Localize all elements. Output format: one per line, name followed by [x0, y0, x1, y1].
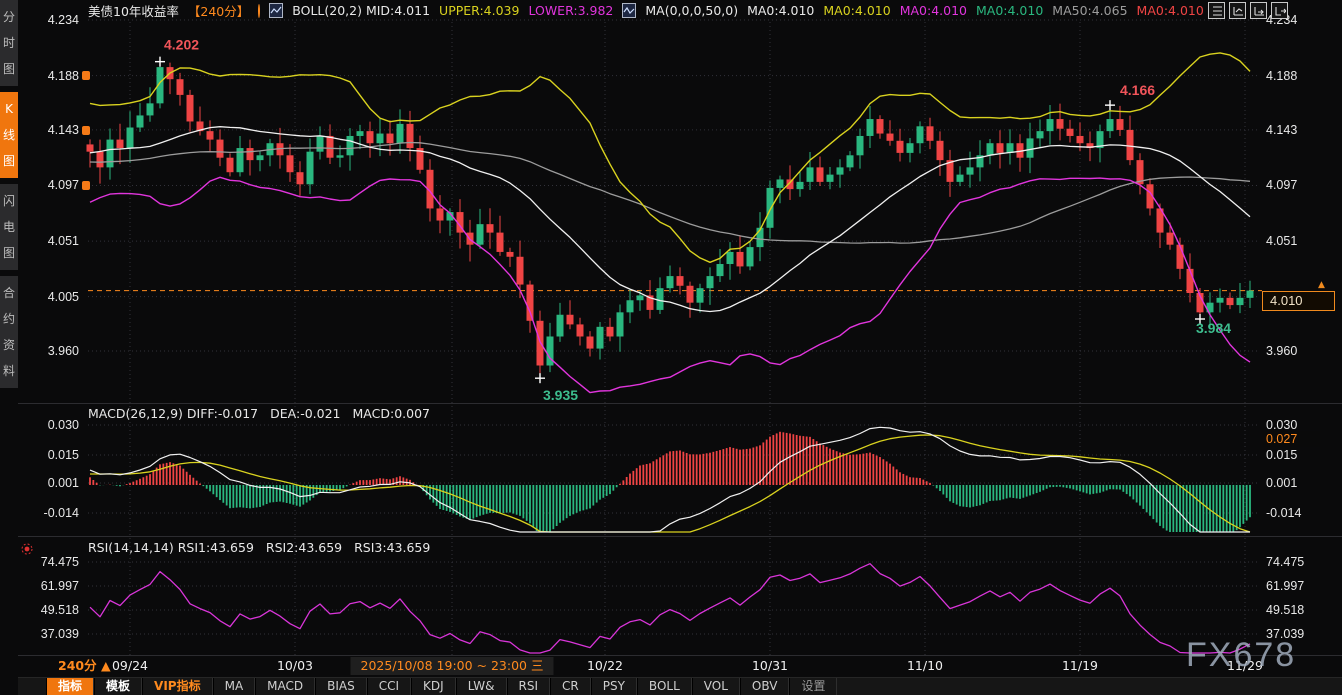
toolbar-item-OBV[interactable]: OBV [740, 678, 790, 695]
watermark: FX678 [1186, 636, 1296, 675]
toolbar-item-VOL[interactable]: VOL [692, 678, 740, 695]
instrument-title: 美债10年收益率 [88, 1, 179, 20]
toolbar-item-PSY[interactable]: PSY [591, 678, 637, 695]
toolbar-item-设置[interactable]: 设置 [789, 678, 837, 695]
period-label[interactable]: 【240分】 [188, 1, 249, 20]
sidebar-tab-4[interactable]: 合约资料 [0, 276, 18, 388]
xaxis-label: 10/22 [560, 656, 650, 676]
xaxis-date-tooltip: 2025/10/08 19:00 ~ 23:00 三 [351, 657, 554, 675]
sidebar-tab-3[interactable]: 闪电图 [0, 184, 18, 270]
rsi2-value: RSI2:43.659 [266, 540, 342, 555]
xaxis-label: 10/31 [725, 656, 815, 676]
price-annotation: 4.166 [1120, 82, 1155, 98]
indicator-toolbar: 指标模板VIP指标MAMACDBIASCCIKDJLW&RSICRPSYBOLL… [18, 677, 1342, 695]
boll-lower-value: LOWER:3.982 [528, 3, 613, 18]
macd-diff-value: MACD(26,12,9) DIFF:-0.017 [88, 406, 258, 421]
macd-last-value-tag: 0.027 [1262, 431, 1320, 447]
rsi-header: RSI(14,14,14) RSI1:43.659 RSI2:43.659 RS… [88, 540, 430, 555]
ma-value: MA0:4.010 [976, 3, 1043, 18]
rsi3-value: RSI3:43.659 [354, 540, 430, 555]
toolbar-item-MACD[interactable]: MACD [255, 678, 315, 695]
boll-upper-value: UPPER:4.039 [439, 3, 519, 18]
sidebar-tab-2[interactable]: K线图 [0, 92, 18, 178]
macd-value: MACD:0.007 [353, 406, 430, 421]
xaxis-label: 11/10 [880, 656, 970, 676]
ma-value: MA50:4.065 [1052, 3, 1127, 18]
last-price-tag: 4.010 [1262, 291, 1335, 311]
chart-next-icon[interactable] [1250, 2, 1267, 19]
xaxis-label: 11/19 [1035, 656, 1125, 676]
trading-app-window: 4.202 3.935 4.166 3.984 分时图 K线图闪电图合约资料 美债10年… [0, 0, 1342, 695]
ma-params: MA(0,0,0,50,0) [645, 3, 738, 18]
toolbar-item-MA[interactable]: MA [213, 678, 256, 695]
layout-grid-icon[interactable] [1208, 2, 1225, 19]
collapse-period-icon[interactable] [258, 4, 260, 18]
boll-indicator-icon[interactable] [269, 3, 283, 18]
window-exit-icon[interactable] [1271, 2, 1288, 19]
price-annotation: 4.202 [164, 37, 199, 53]
rsi1-value: RSI(14,14,14) RSI1:43.659 [88, 540, 254, 555]
toolbar-item-模板[interactable]: 模板 [94, 678, 142, 695]
chart-header: 美债10年收益率 【240分】 BOLL(20,2) MID:4.011 UPP… [88, 0, 1202, 21]
ma-values: MA0:4.010 MA0:4.010 MA0:4.010 MA0:4.010 MA50… [747, 3, 1213, 18]
price-up-arrow-icon: ▲ [1318, 280, 1325, 290]
toolbar-item-CCI[interactable]: CCI [367, 678, 411, 695]
boll-values: BOLL(20,2) MID:4.011 [292, 3, 430, 18]
chart-pane-icon[interactable] [1229, 2, 1246, 19]
price-annotation: 3.935 [543, 387, 578, 403]
chart-canvas[interactable]: 4.202 3.935 4.166 3.984 [0, 0, 1342, 695]
ma-value: MA0:4.010 [747, 3, 814, 18]
window-controls [1208, 2, 1288, 19]
sidebar: 分时图 K线图闪电图合约资料 [0, 0, 18, 695]
toolbar-item-LW&[interactable]: LW& [456, 678, 507, 695]
price-annotation: 3.984 [1196, 320, 1231, 336]
ma-value: MA0:4.010 [1137, 3, 1204, 18]
xaxis-label: 09/24 [85, 656, 175, 676]
macd-header: MACD(26,12,9) DIFF:-0.017 DEA:-0.021 MAC… [88, 406, 430, 421]
toolbar-item-CR[interactable]: CR [550, 678, 591, 695]
macd-dea-value: DEA:-0.021 [270, 406, 340, 421]
sidebar-tab-1[interactable]: 分时图 [0, 0, 18, 86]
ma-indicator-icon[interactable] [622, 3, 636, 18]
xaxis-label: 10/03 [250, 656, 340, 676]
toolbar-item-BOLL[interactable]: BOLL [637, 678, 692, 695]
toolbar-item-KDJ[interactable]: KDJ [411, 678, 456, 695]
ma-value: MA0:4.010 [823, 3, 890, 18]
toolbar-item-指标[interactable]: 指标 [46, 678, 94, 695]
toolbar-item-RSI[interactable]: RSI [507, 678, 551, 695]
toolbar-item-BIAS[interactable]: BIAS [315, 678, 367, 695]
ma-value: MA0:4.010 [900, 3, 967, 18]
toolbar-item-VIP指标[interactable]: VIP指标 [142, 678, 213, 695]
